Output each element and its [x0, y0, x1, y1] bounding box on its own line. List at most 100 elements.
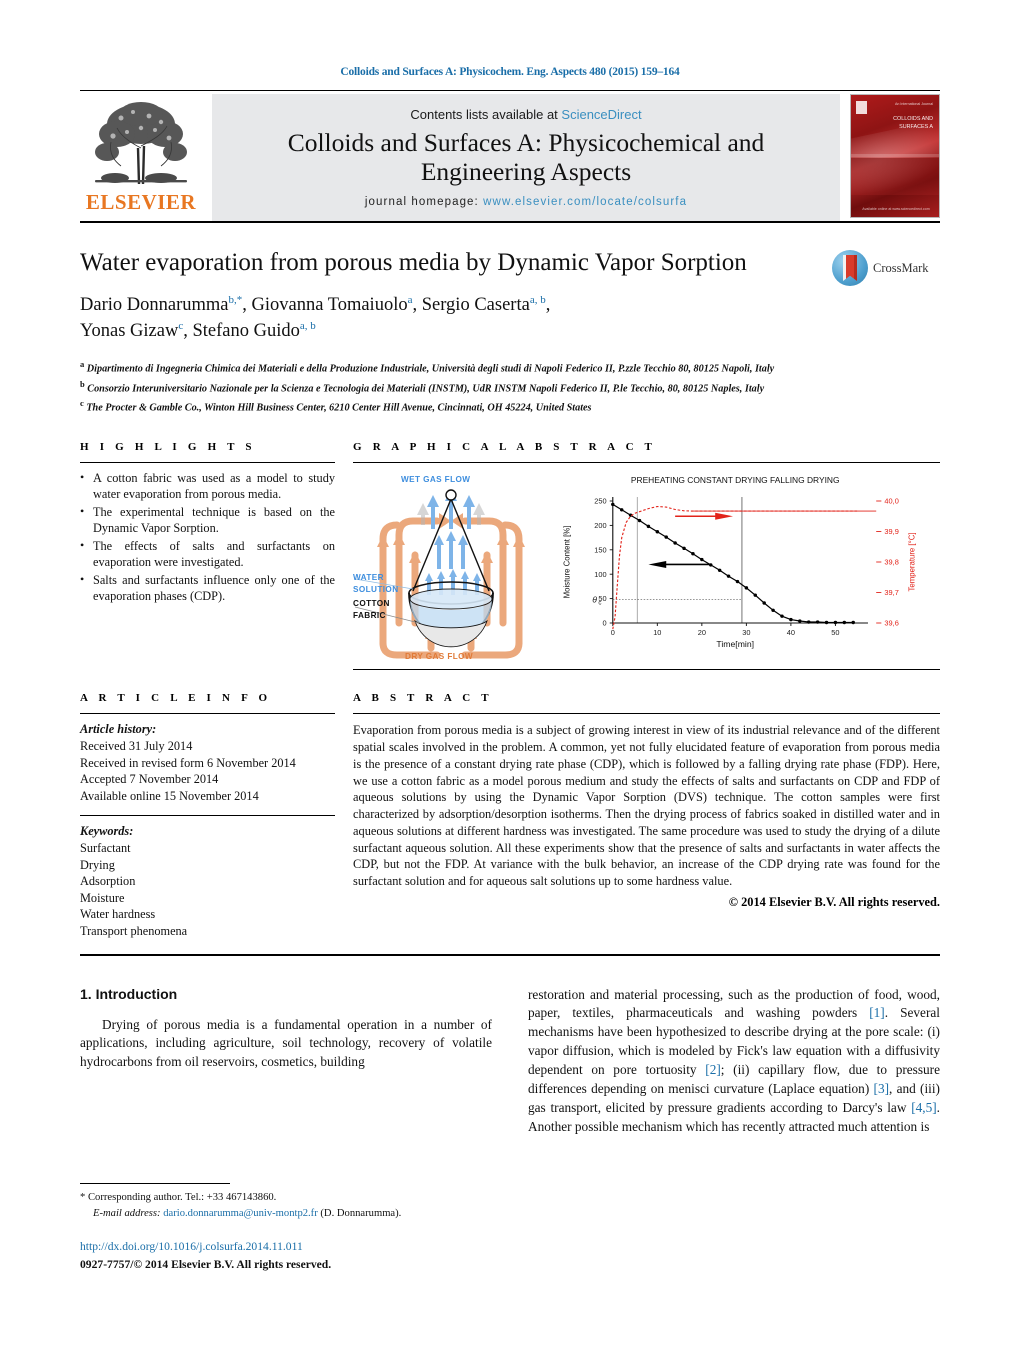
history-item: Accepted 7 November 2014	[80, 772, 219, 787]
affiliation-marker: a	[80, 359, 85, 370]
email-suffix: (D. Donnarumma).	[320, 1207, 402, 1219]
abstract-heading: A B S T R A C T	[353, 692, 493, 705]
article-info-section: A R T I C L E I N F O Article history: R…	[80, 692, 335, 939]
keyword-item: Moisture	[80, 890, 125, 905]
svg-text:10: 10	[653, 629, 661, 638]
contents-prefix: Contents lists available at	[410, 107, 562, 123]
affiliation-marker: c	[80, 398, 84, 408]
journal-cover-thumbnail: An International Journal COLLOIDS AND SU…	[850, 94, 940, 218]
highlights-section: H I G H L I G H T S A cotton fabric was …	[80, 441, 335, 670]
cover-band-upper	[851, 153, 939, 157]
abstract-text: Evaporation from porous media is a subje…	[353, 723, 940, 889]
author-line-2: Yonas Gizawc, Stefano Guidoa, b	[80, 318, 832, 344]
footnote-block: * Corresponding author. Tel.: +33 467143…	[80, 1170, 500, 1221]
keyword-item: Transport phenomena	[80, 924, 188, 939]
footnote-rule	[80, 1183, 230, 1185]
body-columns: 1. Introduction Drying of porous media i…	[80, 986, 940, 1137]
keywords-block: Keywords: Surfactant Drying Adsorption M…	[80, 823, 335, 939]
article-info-heading: A R T I C L E I N F O	[80, 692, 272, 705]
articleinfo-abstract-band: A R T I C L E I N F O Article history: R…	[80, 692, 940, 939]
svg-text:30: 30	[742, 629, 750, 638]
doi-link[interactable]: http://dx.doi.org/10.1016/j.colsurfa.201…	[80, 1238, 331, 1255]
graphical-abstract-bottom-rule	[353, 669, 940, 671]
cover-title-line2: SURFACES A	[899, 124, 933, 131]
list-item: The experimental technique is based on t…	[80, 504, 335, 537]
affiliation-item: a Dipartimento di Ingegneria Chimica dei…	[80, 358, 940, 376]
highlights-rule	[80, 462, 335, 464]
article-info-rule	[80, 713, 335, 715]
affiliation-text: Consorzio Interuniversitario Nazionale p…	[87, 382, 765, 394]
sciencedirect-link[interactable]: ScienceDirect	[561, 107, 641, 122]
affiliation-text: Dipartimento di Ingegneria Chimica dei M…	[86, 363, 775, 375]
homepage-url-link[interactable]: www.elsevier.com/locate/colsurfa	[483, 196, 687, 208]
author-affil-marker: a, b	[299, 319, 316, 332]
header-top-rule	[80, 90, 940, 91]
affiliation-marker: b	[80, 378, 85, 389]
affiliation-text: The Procter & Gamble Co., Winton Hill Bu…	[86, 402, 592, 414]
paragraph: Drying of porous media is a fundamental …	[80, 1016, 492, 1070]
svg-text:39,8: 39,8	[884, 558, 898, 567]
list-item: The effects of salts and surfactants on …	[80, 538, 335, 571]
elsevier-wordmark: ELSEVIER	[85, 190, 197, 214]
cover-bottom-text: Available online at www.sciencedirect.co…	[862, 207, 930, 211]
journal-homepage-line: journal homepage: www.elsevier.com/locat…	[365, 196, 687, 208]
author-name: , Stefano Guido	[183, 320, 300, 341]
doi-block: http://dx.doi.org/10.1016/j.colsurfa.201…	[80, 1238, 331, 1273]
label-solution: SOLUTION	[353, 585, 399, 595]
elsevier-tree-icon	[91, 96, 191, 192]
svg-text:39,7: 39,7	[884, 589, 898, 598]
journal-name-line1: Colloids and Surfaces A: Physicochemical…	[287, 128, 765, 158]
list-item: Salts and surfactants influence only one…	[80, 572, 335, 605]
cover-title-text: COLLOIDS AND SURFACES A	[877, 115, 933, 131]
keyword-item: Drying	[80, 857, 115, 872]
citation-ref[interactable]: [4,5]	[911, 1100, 936, 1115]
svg-text:PREHEATING CONSTANT DRYING F: PREHEATING CONSTANT DRYING FALLING DRYIN…	[631, 476, 840, 486]
journal-masthead: ELSEVIER Contents lists available at Sci…	[80, 94, 940, 221]
svg-text:Moisture Content [%]: Moisture Content [%]	[562, 526, 571, 599]
list-item: A cotton fabric was used as a model to s…	[80, 470, 335, 503]
journal-name: Colloids and Surfaces A: Physicochemical…	[288, 129, 765, 186]
page-title: Water evaporation from porous media by D…	[80, 249, 747, 276]
cover-band-lower	[851, 158, 939, 196]
band-end-rule	[80, 953, 940, 956]
label-dry-gas-flow: DRY GAS FLOW	[405, 652, 474, 662]
svg-text:100: 100	[594, 570, 606, 579]
citation-ref[interactable]: [1]	[869, 1005, 885, 1020]
cover-top-text: An International Journal	[895, 102, 933, 106]
svg-text:20: 20	[698, 629, 706, 638]
graphical-abstract-rule	[353, 462, 940, 464]
svg-text:0: 0	[603, 619, 607, 628]
history-item: Available online 15 November 2014	[80, 788, 259, 803]
citation-ref[interactable]: [2]	[705, 1062, 721, 1077]
keyword-item: Surfactant	[80, 841, 131, 856]
journal-title-band: Contents lists available at ScienceDirec…	[212, 94, 840, 221]
crossmark-badge[interactable]: CrossMark	[832, 248, 940, 286]
keywords-divider	[80, 815, 335, 817]
author-name: Dario Donnarumma	[80, 294, 229, 315]
label-water: WATER	[353, 573, 384, 583]
title-block: Water evaporation from porous media by D…	[80, 248, 940, 344]
paragraph: restoration and material processing, suc…	[528, 986, 940, 1137]
highlights-list: A cotton fabric was used as a model to s…	[80, 470, 335, 605]
body-column-left: 1. Introduction Drying of porous media i…	[80, 986, 492, 1137]
svg-text:200: 200	[594, 522, 606, 531]
citation-ref[interactable]: [3]	[874, 1081, 890, 1096]
email-link[interactable]: dario.donnarumma@univ-montp2.fr	[163, 1208, 318, 1219]
svg-text:c: c	[598, 600, 601, 607]
svg-text:0: 0	[611, 629, 615, 638]
svg-text:250: 250	[594, 497, 606, 506]
homepage-prefix: journal homepage:	[364, 195, 484, 208]
label-wet-gas-flow: WET GAS FLOW	[401, 475, 471, 485]
author-line-1: Dario Donnarummab,*, Giovanna Tomaiuolo a…	[80, 292, 832, 318]
author-affil-marker: b,*	[228, 293, 243, 306]
graphical-abstract-figure: WET GAS FLOW DRY GAS FLOW WATER SOLUTION…	[353, 473, 940, 663]
drying-curve-chart: PREHEATING CONSTANT DRYING FALLING DRYIN…	[549, 473, 940, 663]
svg-text:150: 150	[594, 546, 606, 555]
affiliation-item: b Consorzio Interuniversitario Nazionale…	[80, 378, 940, 396]
keyword-item: Water hardness	[80, 907, 156, 922]
article-history-block: Article history: Received 31 July 2014 R…	[80, 721, 335, 804]
journal-article-page: Colloids and Surfaces A: Physicochem. En…	[0, 0, 1020, 1351]
abstract-rule	[353, 713, 940, 715]
crossmark-label: CrossMark	[873, 260, 929, 275]
author-separator: ,	[545, 294, 551, 315]
